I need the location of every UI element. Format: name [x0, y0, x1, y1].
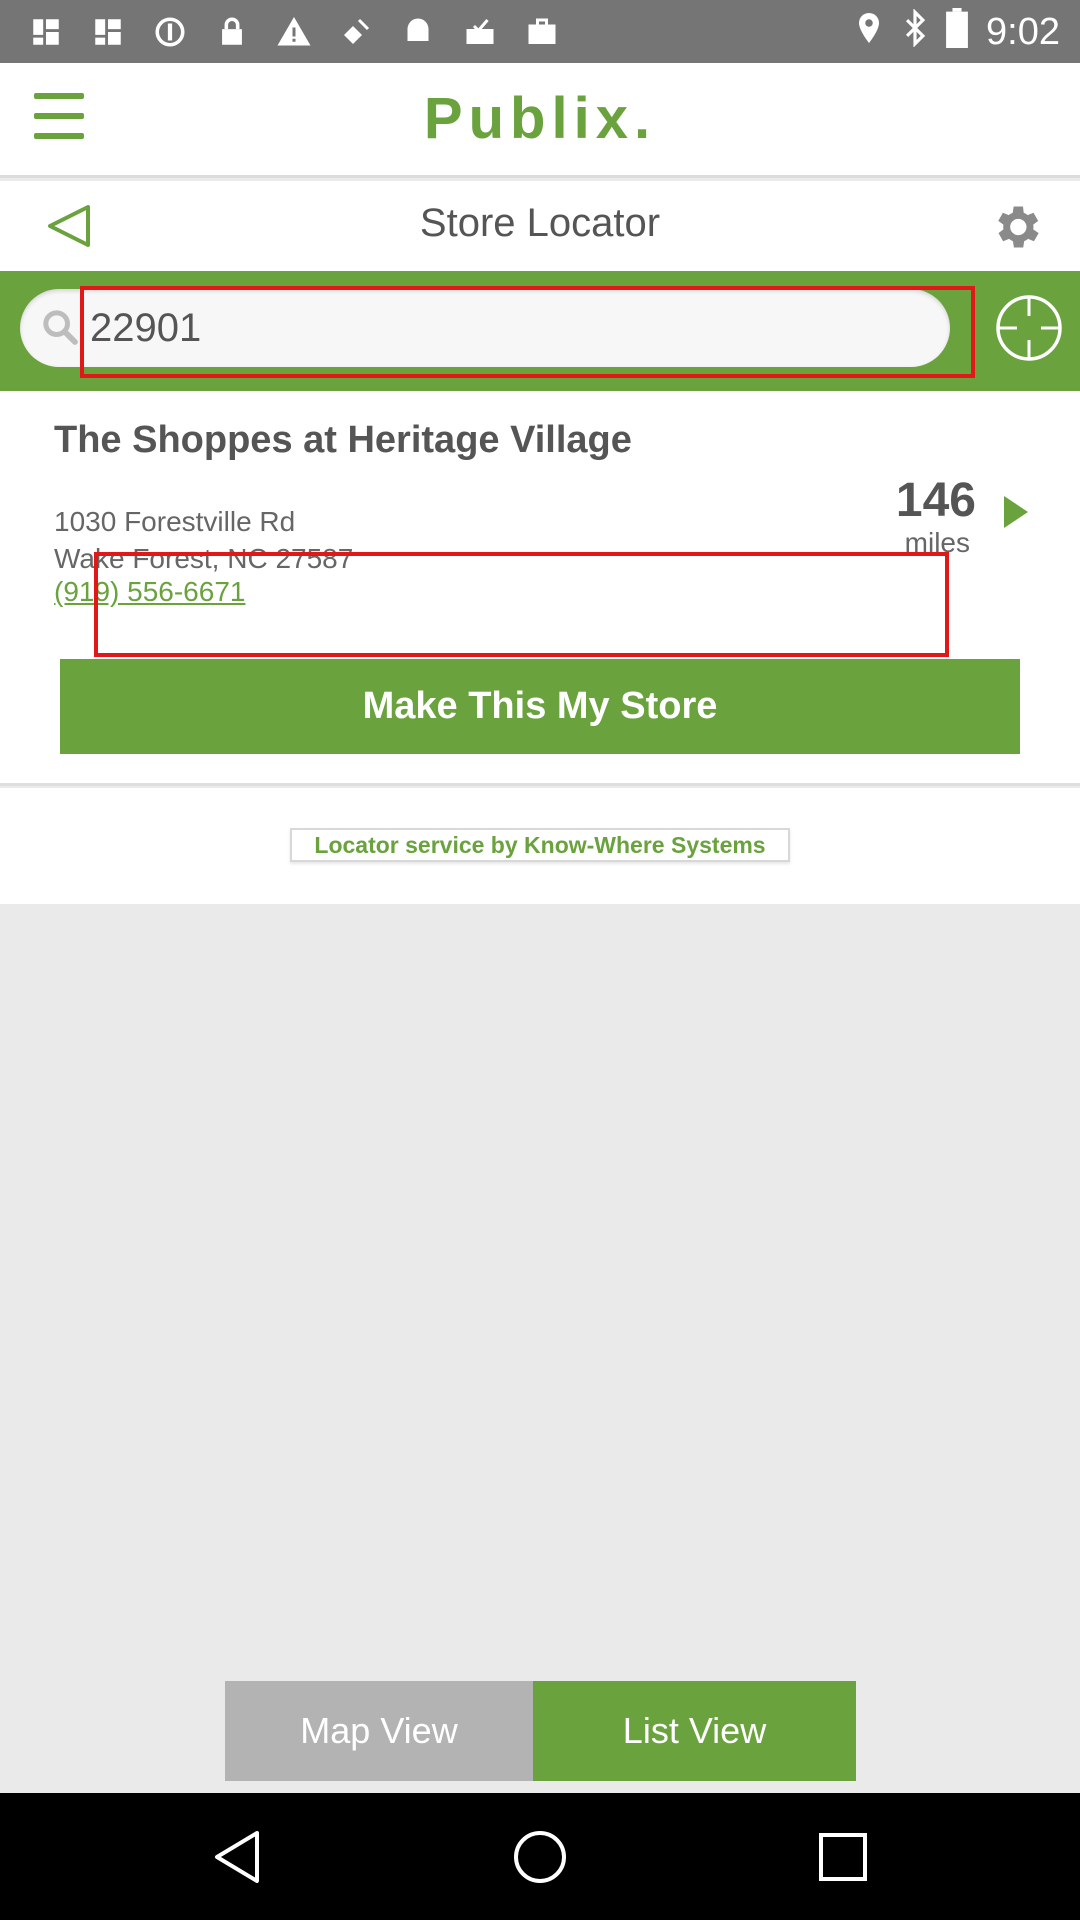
fake-gps-icon: [336, 12, 376, 52]
battery-icon: [946, 8, 968, 57]
store-name: The Shoppes at Heritage Village: [54, 419, 632, 461]
status-right: 9:02: [854, 8, 1060, 57]
publix-logo: Publix.: [423, 86, 657, 151]
status-bar: 9:02: [0, 0, 1080, 63]
store-address-line1: 1030 Forestville Rd: [54, 506, 296, 537]
nav-back-button[interactable]: [205, 1825, 269, 1889]
lock-icon: [212, 12, 252, 52]
warning-icon: [274, 12, 314, 52]
list-view-button[interactable]: List View: [533, 1681, 856, 1781]
status-time: 9:02: [986, 11, 1060, 53]
map-view-button[interactable]: Map View: [225, 1681, 533, 1781]
page-title: Store Locator: [419, 201, 661, 245]
android-icon: [398, 12, 438, 52]
nav-home-button[interactable]: [508, 1825, 572, 1889]
photos-icon: [26, 12, 66, 52]
store-details-arrow-icon[interactable]: [1004, 496, 1028, 528]
status-icons: [26, 12, 562, 52]
store-phone-link[interactable]: (919) 556-6671: [54, 576, 245, 608]
current-location-button[interactable]: [994, 293, 1064, 363]
store-address-line2: Wake Forest, NC 27587: [54, 543, 354, 574]
store-distance: 146: [895, 474, 976, 527]
search-bar: [0, 271, 1080, 391]
search-input[interactable]: [90, 299, 930, 357]
locator-service-link[interactable]: Locator service by Know-Where Systems: [290, 828, 790, 862]
briefcase-icon: [522, 12, 562, 52]
nav-home-icon: [514, 1831, 566, 1883]
make-this-my-store-button[interactable]: Make This My Store: [60, 659, 1020, 754]
view-toggle: Map View List View: [225, 1681, 856, 1781]
location-icon: [854, 10, 884, 55]
photos-icon: [88, 12, 128, 52]
attribution-area: Locator service by Know-Where Systems: [0, 788, 1080, 904]
inbox-icon: [460, 12, 500, 52]
settings-button[interactable]: [988, 199, 1044, 255]
sub-header: Store Locator: [0, 181, 1080, 271]
gear-icon: [998, 206, 1039, 248]
crosshair-icon: [996, 295, 1062, 361]
system-nav-bar: [0, 1793, 1080, 1920]
sync-icon: [150, 12, 190, 52]
nav-back-icon: [215, 1831, 259, 1883]
search-field: [20, 289, 950, 367]
store-distance-unit: miles: [904, 527, 970, 558]
store-address: 1030 Forestville Rd Wake Forest, NC 2758…: [54, 503, 353, 577]
nav-recents-button[interactable]: [811, 1825, 875, 1889]
nav-recents-icon: [819, 1833, 867, 1881]
search-icon: [43, 310, 78, 345]
store-card: The Shoppes at Heritage Village 1030 For…: [0, 391, 1080, 786]
bluetooth-icon: [902, 8, 928, 56]
app-header: Publix.: [0, 63, 1080, 178]
